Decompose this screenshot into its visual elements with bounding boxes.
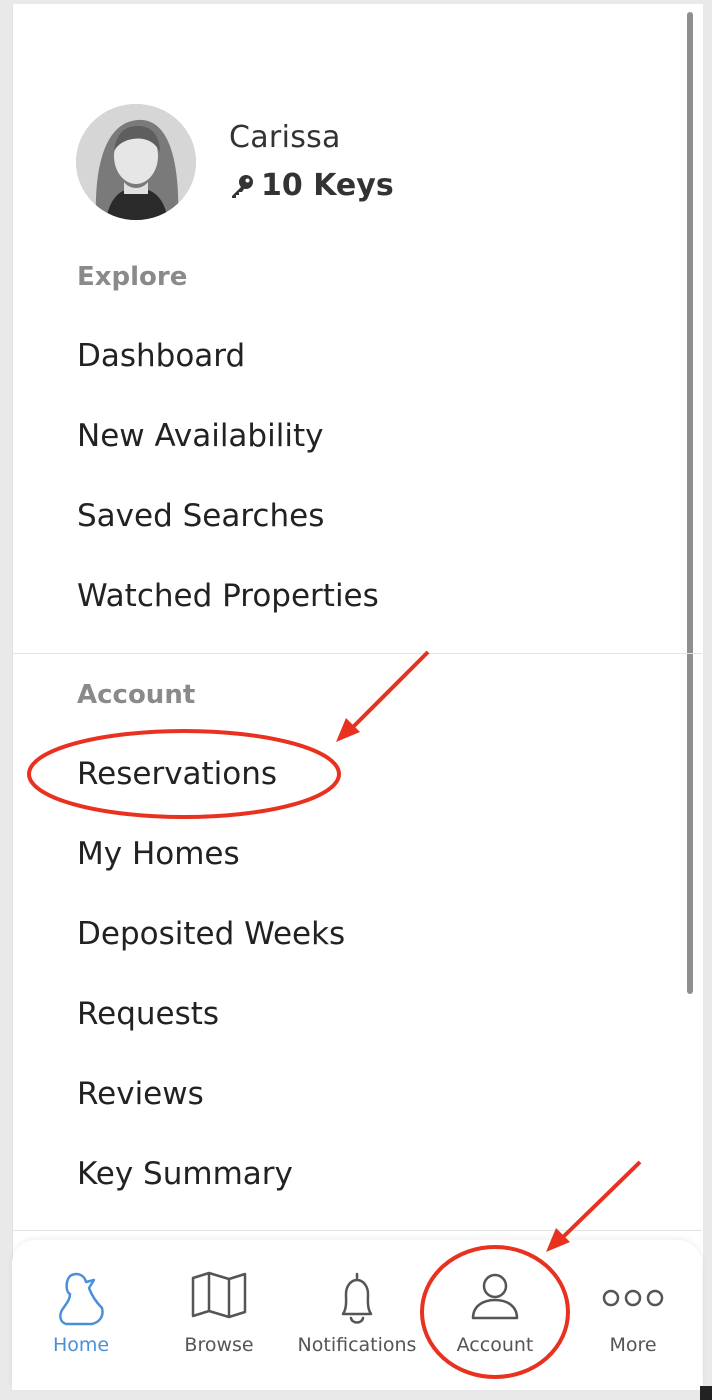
avatar-photo [76, 104, 196, 220]
menu-item-reviews[interactable]: Reviews [77, 1076, 204, 1112]
user-icon [471, 1273, 519, 1320]
key-icon [232, 174, 253, 198]
tab-notifications-label: Notifications [297, 1334, 417, 1356]
menu-item-reservations[interactable]: Reservations [77, 756, 277, 792]
menu-item-key-summary[interactable]: Key Summary [77, 1156, 293, 1192]
menu-item-deposited-weeks[interactable]: Deposited Weeks [77, 916, 345, 952]
tab-notifications[interactable]: Notifications [288, 1240, 426, 1380]
tab-account[interactable]: Account [426, 1240, 564, 1380]
bottom-divider [12, 1230, 702, 1231]
bottom-tab-bar: Home Browse Notifications Account More [12, 1240, 702, 1390]
account-heading: Account [77, 680, 196, 710]
menu-item-watched-properties[interactable]: Watched Properties [77, 578, 379, 614]
tab-more-label: More [609, 1334, 657, 1356]
keys-count: 10 Keys [261, 168, 394, 203]
keys-balance: 10 Keys [229, 168, 394, 203]
section-divider [12, 653, 702, 654]
tab-browse-label: Browse [184, 1334, 254, 1356]
menu-item-saved-searches[interactable]: Saved Searches [77, 498, 324, 534]
bell-icon [341, 1272, 373, 1324]
tab-home-label: Home [52, 1334, 110, 1356]
user-name: Carissa [229, 120, 341, 155]
more-icon [602, 1289, 664, 1307]
scrollbar[interactable] [687, 12, 693, 994]
avatar[interactable] [76, 104, 196, 220]
menu-item-my-homes[interactable]: My Homes [77, 836, 240, 872]
resize-corner-icon[interactable] [700, 1386, 712, 1400]
menu-item-requests[interactable]: Requests [77, 996, 219, 1032]
home-icon [59, 1272, 104, 1326]
menu-item-dashboard[interactable]: Dashboard [77, 338, 245, 374]
tab-account-label: Account [456, 1334, 534, 1356]
map-icon [191, 1271, 247, 1319]
menu-item-new-availability[interactable]: New Availability [77, 418, 323, 454]
tab-browse[interactable]: Browse [150, 1240, 288, 1380]
tab-more[interactable]: More [564, 1240, 702, 1380]
explore-heading: Explore [77, 262, 188, 292]
tab-home[interactable]: Home [12, 1240, 150, 1380]
